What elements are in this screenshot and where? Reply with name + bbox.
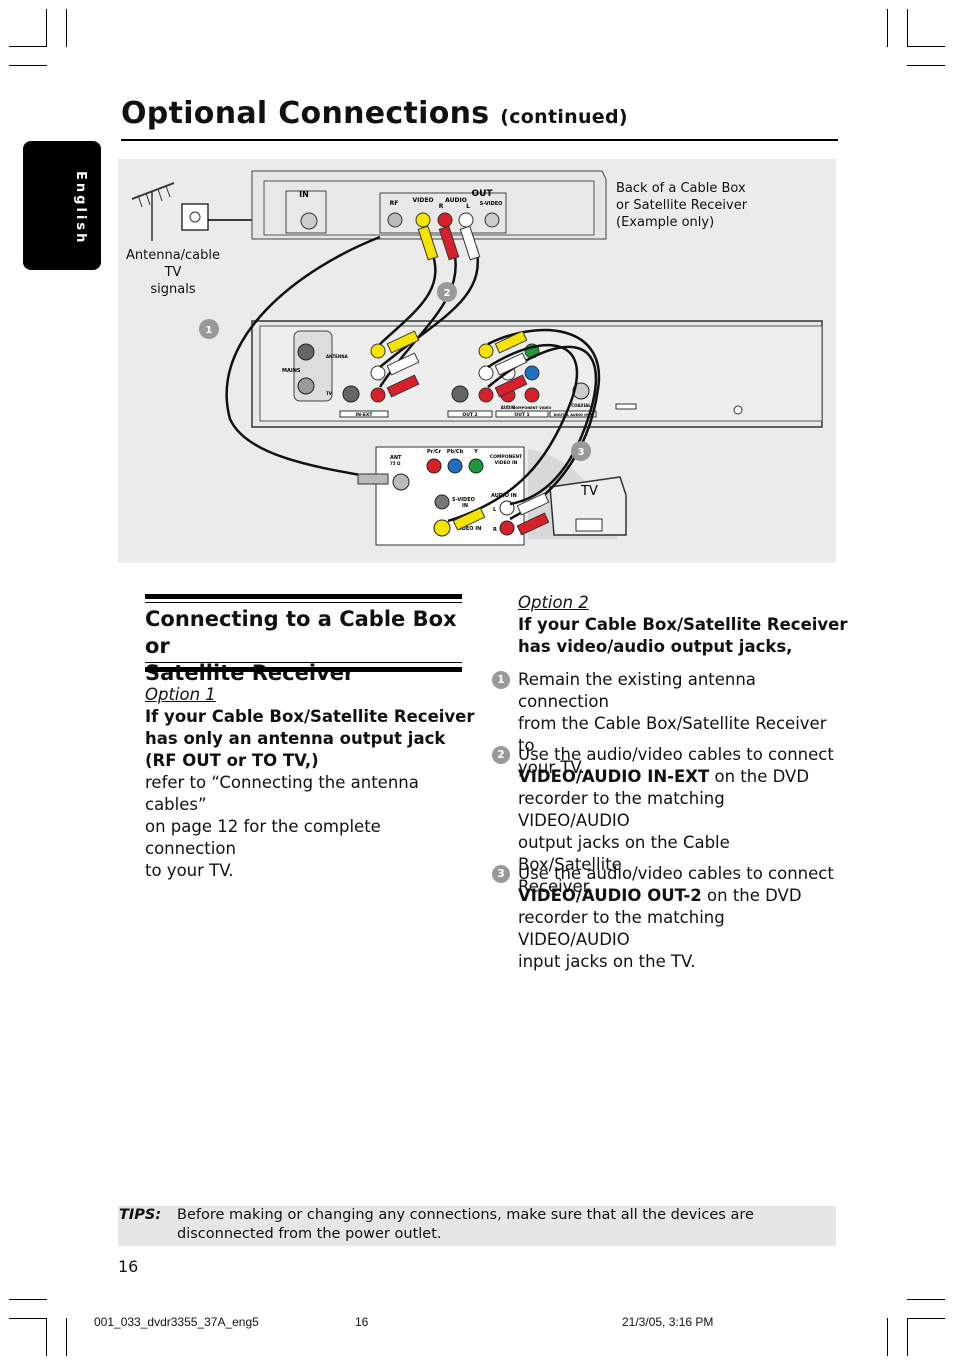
jack-label: Pb/Cb <box>447 449 464 455</box>
manual-page: Optional Connections (continued) English… <box>0 0 954 1365</box>
title-rule <box>121 139 838 141</box>
connection-diagram: IN OUT RF VIDEO AUDIO R L S-VIDEO MAINS … <box>118 159 836 563</box>
crop-mark <box>9 1318 47 1319</box>
tips-box: TIPS: Before making or changing any conn… <box>118 1206 836 1246</box>
antenna-label: Antenna/cable TV signals <box>125 248 221 297</box>
footer-date: 21/3/05, 3:16 PM <box>622 1315 714 1329</box>
jack-label: Y <box>473 449 478 455</box>
jack-label: R <box>439 203 444 210</box>
cable-box-label: Back of a Cable Box or Satellite Receiver… <box>616 181 748 230</box>
tv-icon: TV <box>549 476 627 536</box>
jack-label: OUT <box>471 189 493 199</box>
crop-mark <box>9 65 47 66</box>
jack-label: IN-EXT <box>356 412 374 418</box>
crop-mark <box>887 1318 888 1356</box>
jack-label: DIGITAL AUDIO OUT <box>554 413 593 417</box>
svg-text:TV: TV <box>580 484 598 499</box>
section-rule <box>145 662 462 663</box>
jack-label: TV <box>326 391 333 396</box>
crop-mark <box>66 1318 67 1356</box>
jack-label: 75 Ω <box>390 461 401 466</box>
footer-file: 001_033_dvdr3355_37A_eng5 <box>94 1315 259 1329</box>
step-3: 3 Use the audio/video cables to connect … <box>492 863 838 973</box>
crop-mark <box>887 9 888 47</box>
jack-label: OUT 2 <box>462 412 477 418</box>
crop-mark <box>66 9 67 47</box>
jack-label: COMPONENT <box>490 454 523 460</box>
page-title: Optional Connections (continued) <box>121 96 628 131</box>
jack-label: COAXIAL <box>571 403 591 408</box>
crop-mark <box>907 1318 908 1356</box>
section-title: Connecting to a Cable Box or Satellite Re… <box>145 607 457 685</box>
crop-mark <box>907 65 945 66</box>
section-rule <box>145 594 462 599</box>
section-rule <box>145 667 462 672</box>
antenna-icon <box>131 182 209 241</box>
jack-label: VIDEO IN <box>495 460 518 466</box>
jack-label: OUT 1 <box>514 412 529 418</box>
tips-text: Before making or changing any connection… <box>177 1207 754 1242</box>
svg-text:3: 3 <box>578 447 585 458</box>
jack-label: AUDIO <box>445 197 467 204</box>
crop-mark <box>46 9 47 47</box>
jack-label: IN <box>462 503 468 509</box>
jack-label: S-VIDEO <box>480 201 503 207</box>
jack-label: VIDEO <box>412 197 433 204</box>
jack-label: R <box>493 527 497 533</box>
section-rule <box>145 602 462 603</box>
tips-label: TIPS: <box>119 1207 162 1223</box>
page-number: 16 <box>118 1257 139 1276</box>
crop-mark <box>9 1299 47 1300</box>
svg-text:2: 2 <box>444 288 451 299</box>
crop-mark <box>9 46 47 47</box>
crop-mark <box>907 46 945 47</box>
jack-label: RF <box>390 200 399 207</box>
crop-mark <box>907 9 908 47</box>
jack-label: COMPONENT VIDEO <box>513 406 552 410</box>
crop-mark <box>907 1318 945 1319</box>
jack-label: IN <box>299 190 309 199</box>
footer-page: 16 <box>355 1315 369 1329</box>
language-tab: English <box>23 141 101 270</box>
crop-mark <box>907 1299 945 1300</box>
jack-label: ANTENNA <box>326 354 349 359</box>
svg-text:1: 1 <box>206 325 213 336</box>
crop-mark <box>46 1318 47 1356</box>
jack-label: MAINS <box>282 368 301 374</box>
option-2: Option 2 If your Cable Box/Satellite Rec… <box>518 593 848 656</box>
jack-label: Pr/Cr <box>427 449 442 455</box>
option-1: Option 1 If your Cable Box/Satellite Rec… <box>145 685 475 880</box>
jack-label: L <box>466 203 470 210</box>
dvd-recorder-back: MAINS ANTENNA TV IN-EXT OUT 2 OUT 1 AUDI… <box>251 320 823 428</box>
